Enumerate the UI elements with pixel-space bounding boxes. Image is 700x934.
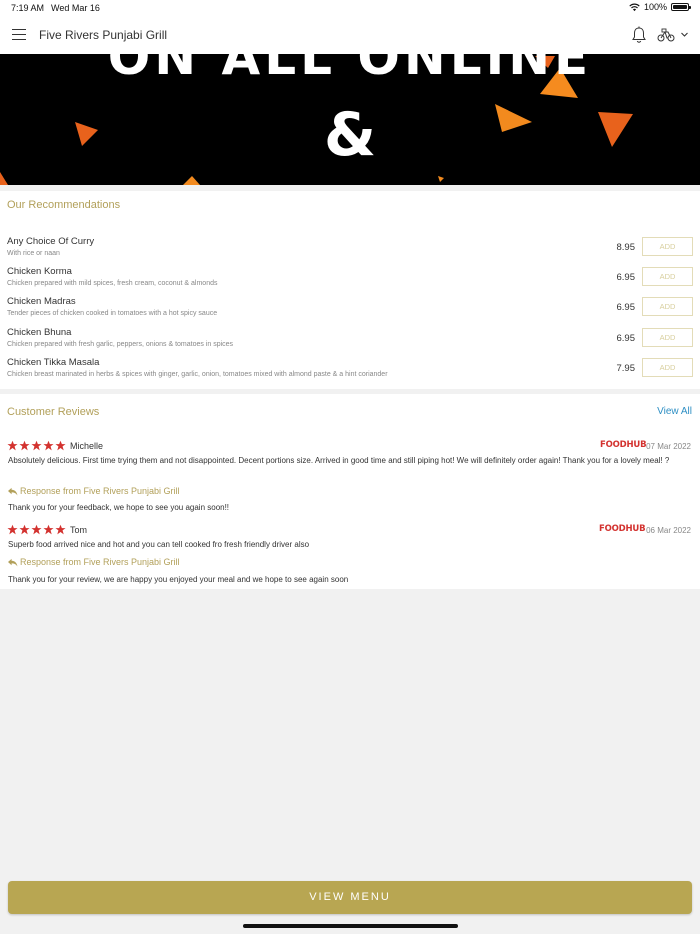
response-link[interactable]: Response from Five Rivers Punjabi Grill	[7, 486, 180, 496]
banner-ampersand: &	[323, 100, 377, 170]
status-bar: 7:19 AM Wed Mar 16 100%	[0, 0, 700, 16]
reviewer-name: Michelle	[70, 441, 104, 451]
status-time: 7:19 AM	[11, 3, 45, 13]
chevron-down-icon[interactable]	[680, 30, 689, 39]
reply-icon	[8, 558, 18, 567]
item-price: 6.95	[616, 333, 636, 344]
list-item[interactable]: Any Choice Of Curry With rice or naan 8.…	[0, 236, 700, 264]
status-date: Wed Mar 16	[51, 3, 100, 13]
item-description: Chicken breast marinated in herbs & spic…	[7, 371, 388, 378]
bike-icon[interactable]	[657, 28, 675, 42]
star-icon	[19, 524, 30, 535]
response-text: Thank you for your review, we are happy …	[8, 575, 349, 584]
star-icon	[19, 440, 30, 451]
restaurant-title: Five Rivers Punjabi Grill	[39, 28, 168, 42]
item-description: With rice or naan	[7, 250, 60, 257]
item-price: 8.95	[616, 242, 636, 253]
star-rating	[7, 524, 66, 535]
review-date: 06 Mar 2022	[646, 526, 691, 535]
status-right: 100%	[629, 2, 691, 12]
reply-icon	[8, 487, 18, 496]
app-screen: 7:19 AM Wed Mar 16 100% Five Rivers Punj…	[0, 0, 700, 934]
add-button[interactable]: ADD	[642, 267, 693, 286]
recommendations-section: Our Recommendations Any Choice Of Curry …	[0, 191, 700, 389]
star-icon	[43, 440, 54, 451]
star-icon	[55, 440, 66, 451]
response-label: Response from Five Rivers Punjabi Grill	[20, 557, 180, 567]
foodhub-logo: FOODHUB	[599, 524, 646, 534]
review-date: 07 Mar 2022	[646, 442, 691, 451]
reviewer-name: Tom	[70, 525, 88, 535]
list-item[interactable]: Chicken Madras Tender pieces of chicken …	[0, 296, 700, 324]
item-description: Chicken prepared with mild spices, fresh…	[7, 280, 218, 287]
item-name: Chicken Tikka Masala	[7, 357, 100, 368]
recommendations-title: Our Recommendations	[7, 199, 121, 211]
star-icon	[31, 440, 42, 451]
foodhub-logo: FOODHUB	[600, 440, 647, 450]
add-button[interactable]: ADD	[642, 358, 693, 377]
item-price: 7.95	[616, 363, 636, 374]
promo-banner[interactable]: ON ALL ONLINE &	[0, 54, 700, 185]
response-label: Response from Five Rivers Punjabi Grill	[20, 486, 180, 496]
response-text: Thank you for your feedback, we hope to …	[8, 503, 230, 512]
item-description: Chicken prepared with fresh garlic, pepp…	[7, 341, 234, 348]
star-rating	[7, 440, 66, 451]
star-icon	[43, 524, 54, 535]
add-button[interactable]: ADD	[642, 297, 693, 316]
home-indicator	[243, 924, 458, 928]
banner-headline: ON ALL ONLINE	[107, 54, 593, 86]
view-menu-button[interactable]: VIEW MENU	[8, 881, 692, 914]
response-link[interactable]: Response from Five Rivers Punjabi Grill	[7, 557, 180, 567]
review-text: Superb food arrived nice and hot and you…	[8, 540, 310, 549]
list-item[interactable]: Chicken Korma Chicken prepared with mild…	[0, 266, 700, 294]
list-item[interactable]: Chicken Tikka Masala Chicken breast mari…	[0, 357, 700, 385]
battery-icon	[671, 3, 691, 11]
add-button[interactable]: ADD	[642, 328, 693, 347]
item-name: Chicken Bhuna	[7, 327, 72, 338]
app-header: Five Rivers Punjabi Grill	[0, 16, 700, 54]
item-price: 6.95	[616, 302, 636, 313]
reviews-section: Customer Reviews View All Michelle FOODH…	[0, 394, 700, 589]
battery-percent: 100%	[643, 2, 667, 12]
star-icon	[31, 524, 42, 535]
item-description: Tender pieces of chicken cooked in tomat…	[7, 310, 218, 317]
item-name: Chicken Korma	[7, 266, 72, 277]
item-name: Chicken Madras	[7, 296, 76, 307]
wifi-icon	[629, 3, 640, 11]
bell-icon[interactable]	[631, 26, 647, 44]
add-button[interactable]: ADD	[642, 237, 693, 256]
star-icon	[7, 440, 18, 451]
review-text: Absolutely delicious. First time trying …	[8, 456, 670, 465]
menu-icon[interactable]	[12, 29, 26, 40]
item-price: 6.95	[616, 272, 636, 283]
view-all-link[interactable]: View All	[657, 406, 692, 417]
star-icon	[7, 524, 18, 535]
star-icon	[55, 524, 66, 535]
reviews-title: Customer Reviews	[7, 406, 100, 418]
item-name: Any Choice Of Curry	[7, 236, 95, 247]
list-item[interactable]: Chicken Bhuna Chicken prepared with fres…	[0, 327, 700, 355]
